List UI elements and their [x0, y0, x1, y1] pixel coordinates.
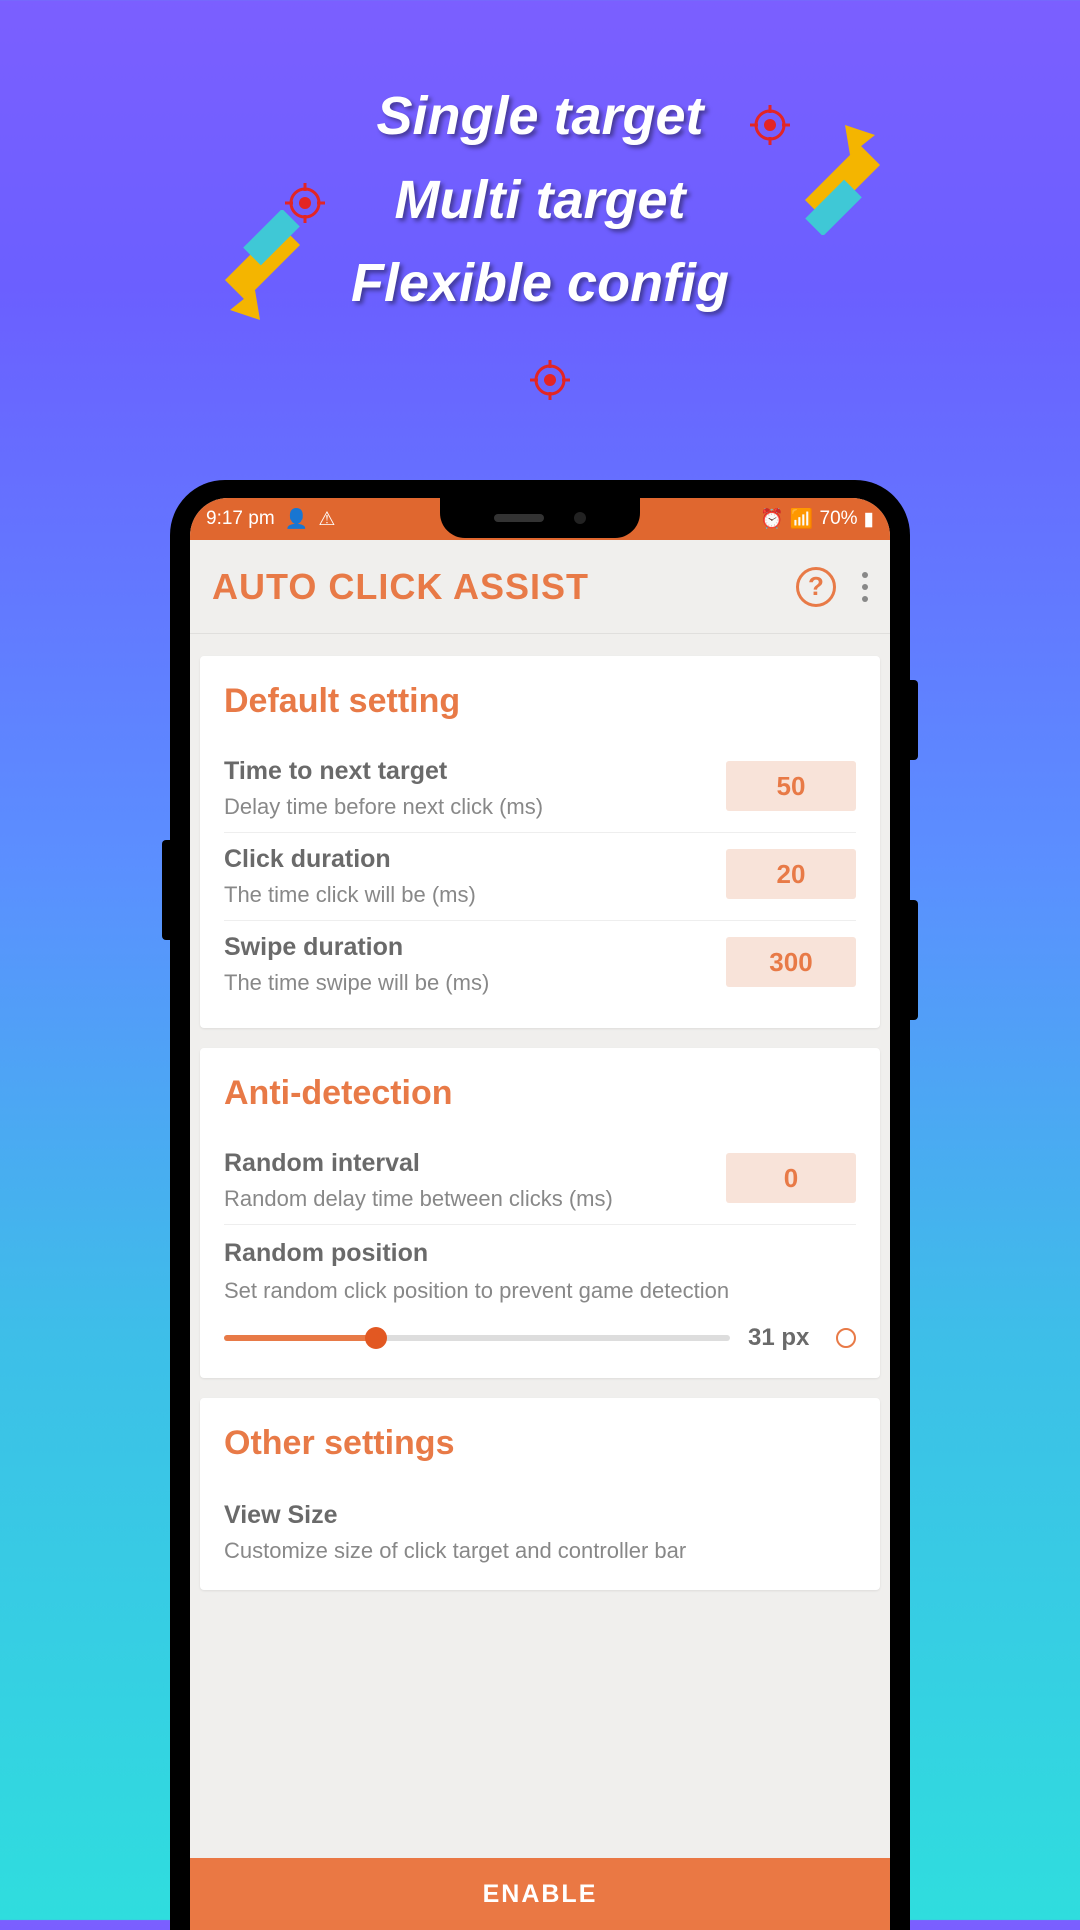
position-slider[interactable]	[224, 1335, 730, 1341]
anti-detection-card: Anti-detection Random interval Random de…	[200, 1048, 880, 1378]
target-icon	[750, 105, 790, 145]
battery-icon: ▮	[864, 508, 874, 531]
setting-view-size[interactable]: View Size Customize size of click target…	[224, 1487, 856, 1570]
radio-toggle[interactable]	[836, 1328, 856, 1348]
setting-click-duration[interactable]: Click duration The time click will be (m…	[224, 833, 856, 921]
card-title: Default setting	[224, 682, 856, 721]
content-scroll[interactable]: Default setting Time to next target Dela…	[190, 634, 890, 1858]
help-button[interactable]: ?	[796, 567, 836, 607]
setting-desc: The time click will be (ms)	[224, 882, 710, 908]
setting-time-to-next[interactable]: Time to next target Delay time before ne…	[224, 745, 856, 833]
setting-desc: Delay time before next click (ms)	[224, 794, 710, 820]
pointer-hand-icon	[790, 115, 910, 235]
slider-value: 31 px	[748, 1324, 818, 1352]
promo-line-2: Multi target	[0, 159, 1080, 243]
phone-screen: 9:17 pm 👤 ⚠ ⏰ 📶 70% ▮ AUTO CLICK ASSIST …	[190, 498, 890, 1930]
setting-label: Swipe duration	[224, 933, 710, 962]
default-setting-card: Default setting Time to next target Dela…	[200, 656, 880, 1028]
notch	[440, 498, 640, 538]
app-title: AUTO CLICK ASSIST	[212, 566, 589, 608]
overflow-menu-button[interactable]	[862, 572, 868, 602]
setting-label: Random position	[224, 1239, 856, 1268]
setting-desc: Customize size of click target and contr…	[224, 1538, 856, 1564]
pointer-hand-icon	[195, 210, 315, 330]
card-title: Anti-detection	[224, 1074, 856, 1113]
card-title: Other settings	[224, 1424, 856, 1463]
status-time: 9:17 pm	[206, 508, 275, 530]
warning-icon: ⚠	[318, 508, 335, 531]
battery-text: 70%	[820, 508, 858, 530]
setting-random-interval[interactable]: Random interval Random delay time betwee…	[224, 1137, 856, 1225]
setting-desc: Random delay time between clicks (ms)	[224, 1186, 710, 1212]
setting-desc: The time swipe will be (ms)	[224, 970, 710, 996]
slider-thumb[interactable]	[365, 1327, 387, 1349]
target-icon	[530, 360, 570, 400]
setting-label: Random interval	[224, 1149, 710, 1178]
setting-desc: Set random click position to prevent gam…	[224, 1278, 856, 1304]
value-input[interactable]: 0	[726, 1153, 856, 1203]
promo-headlines: Single target Multi target Flexible conf…	[0, 75, 1080, 326]
value-input[interactable]: 50	[726, 761, 856, 811]
promo-line-1: Single target	[0, 75, 1080, 159]
setting-swipe-duration[interactable]: Swipe duration The time swipe will be (m…	[224, 921, 856, 1008]
status-icon: 👤	[285, 507, 309, 531]
promo-line-3: Flexible config	[0, 242, 1080, 326]
value-input[interactable]: 300	[726, 937, 856, 987]
signal-icon: 📶	[790, 507, 814, 531]
setting-label: Click duration	[224, 845, 710, 874]
phone-frame: 9:17 pm 👤 ⚠ ⏰ 📶 70% ▮ AUTO CLICK ASSIST …	[170, 480, 910, 1930]
alarm-icon: ⏰	[760, 507, 784, 531]
setting-label: View Size	[224, 1501, 856, 1530]
setting-random-position: Random position Set random click positio…	[224, 1225, 856, 1358]
other-settings-card: Other settings View Size Customize size …	[200, 1398, 880, 1590]
app-header: AUTO CLICK ASSIST ?	[190, 540, 890, 634]
value-input[interactable]: 20	[726, 849, 856, 899]
setting-label: Time to next target	[224, 757, 710, 786]
enable-button[interactable]: ENABLE	[190, 1858, 890, 1930]
